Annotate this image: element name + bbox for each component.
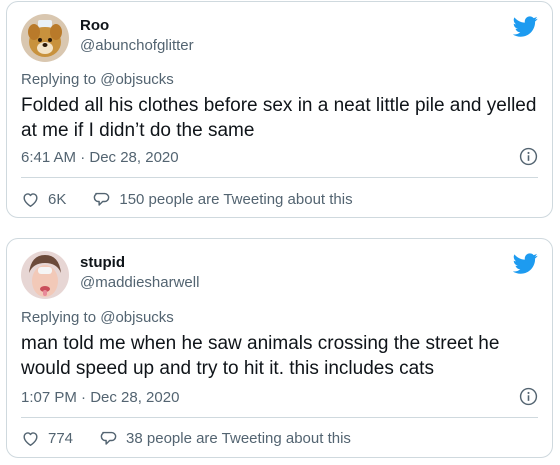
tweet-timestamp[interactable]: 1:07 PM · Dec 28, 2020 bbox=[21, 389, 179, 406]
display-name[interactable]: stupid bbox=[80, 254, 125, 271]
divider bbox=[21, 417, 538, 418]
tweet-card[interactable]: Roo @abunchofglitter Replying to @objsuc… bbox=[6, 1, 553, 218]
replying-to-label: Replying to bbox=[21, 309, 101, 326]
heart-icon bbox=[23, 193, 38, 207]
divider bbox=[21, 177, 538, 178]
heart-icon bbox=[23, 432, 38, 446]
speech-bubble-icon bbox=[100, 431, 117, 445]
user-handle[interactable]: @abunchofglitter bbox=[80, 37, 194, 54]
info-icon[interactable] bbox=[519, 387, 538, 406]
avatar[interactable] bbox=[21, 251, 69, 299]
user-handle[interactable]: @maddiesharwell bbox=[80, 274, 199, 291]
replying-to: Replying to @objsucks bbox=[21, 71, 174, 88]
replying-to-mention[interactable]: @objsucks bbox=[100, 71, 174, 88]
selfie-avatar-image bbox=[21, 251, 69, 299]
twitter-bird-icon[interactable] bbox=[513, 251, 538, 276]
tweeting-about-link[interactable]: 150 people are Tweeting about this bbox=[92, 190, 353, 209]
tweet-text: Folded all his clothes before sex in a n… bbox=[21, 95, 537, 141]
speech-bubble-icon bbox=[94, 192, 110, 206]
replying-to-label: Replying to bbox=[21, 71, 101, 88]
tweeting-about-link[interactable]: 38 people are Tweeting about this bbox=[99, 429, 351, 448]
tweet-actions: 6K 150 people are Tweeting about this bbox=[21, 190, 353, 209]
tweeting-about-text: 38 people are Tweeting about this bbox=[126, 430, 351, 447]
like-button[interactable]: 774 bbox=[21, 429, 73, 448]
tweet-text: man told me when he saw animals crossing… bbox=[21, 333, 500, 379]
twitter-bird-icon[interactable] bbox=[513, 14, 538, 39]
tweet-card[interactable]: stupid @maddiesharwell Replying to @objs… bbox=[6, 238, 553, 458]
replying-to-mention[interactable]: @objsucks bbox=[100, 309, 174, 326]
avatar[interactable] bbox=[21, 14, 69, 62]
replying-to: Replying to @objsucks bbox=[21, 309, 174, 326]
dog-avatar-image bbox=[21, 14, 69, 62]
info-icon[interactable] bbox=[519, 147, 538, 166]
like-count: 774 bbox=[48, 430, 74, 447]
tweeting-about-text: 150 people are Tweeting about this bbox=[119, 191, 353, 208]
display-name[interactable]: Roo bbox=[80, 17, 109, 34]
tweet-actions: 774 38 people are Tweeting about this bbox=[21, 429, 351, 448]
like-button[interactable]: 6K bbox=[21, 190, 66, 209]
tweet-timestamp[interactable]: 6:41 AM · Dec 28, 2020 bbox=[21, 149, 179, 166]
like-count: 6K bbox=[48, 191, 67, 208]
